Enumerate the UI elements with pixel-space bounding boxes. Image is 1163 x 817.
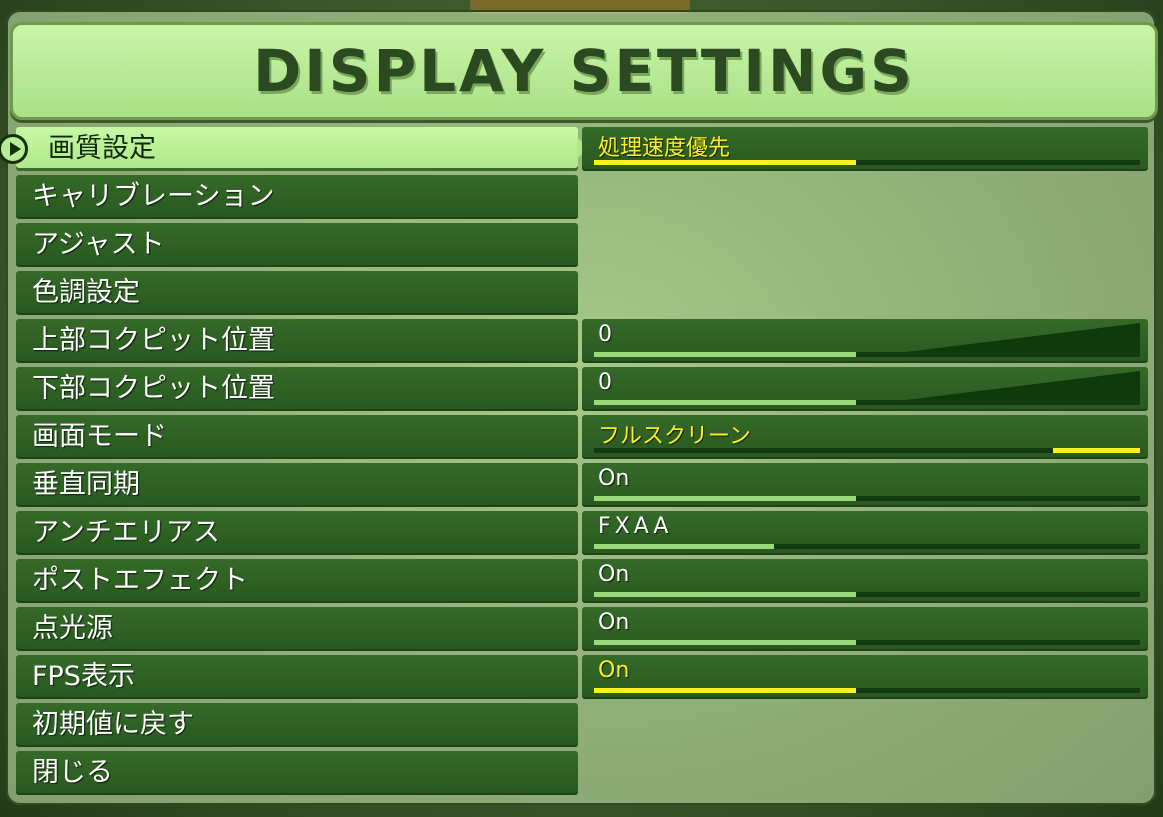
menu-row[interactable]: アンチエリアス FXAA xyxy=(10,511,1152,555)
header-banner: DISPLAY SETTINGS xyxy=(10,22,1158,120)
menu-row[interactable]: 初期値に戻す xyxy=(10,703,1152,747)
value-bar-track xyxy=(594,592,1140,597)
menu-item-label[interactable]: 初期値に戻す xyxy=(16,703,578,747)
value-bar-fill xyxy=(594,400,857,405)
menu-row[interactable]: 上部コクピット位置 0 xyxy=(10,319,1152,363)
value-bar-fill xyxy=(594,688,857,693)
menu-row[interactable]: 色調設定 xyxy=(10,271,1152,315)
menu-row[interactable]: FPS表示 On xyxy=(10,655,1152,699)
value-bar-track xyxy=(594,496,1140,501)
setting-value-text: On xyxy=(598,466,630,491)
value-bar-fill xyxy=(594,160,857,165)
value-bar-track xyxy=(594,160,1140,165)
menu-item-label[interactable]: 閉じる xyxy=(16,751,578,795)
setting-value-box[interactable]: 処理速度優先 xyxy=(582,127,1148,171)
menu-row[interactable]: ポストエフェクト On xyxy=(10,559,1152,603)
menu-item-label[interactable]: 画面モード xyxy=(16,415,578,459)
value-bar-fill xyxy=(594,592,857,597)
setting-value-box[interactable]: On xyxy=(582,655,1148,699)
setting-value-box[interactable]: On xyxy=(582,559,1148,603)
value-bar-track xyxy=(594,400,1140,405)
menu-item-label[interactable]: アンチエリアス xyxy=(16,511,578,555)
menu-item-label[interactable]: 下部コクピット位置 xyxy=(16,367,578,411)
menu-item-label[interactable]: アジャスト xyxy=(16,223,578,267)
setting-value-box[interactable]: On xyxy=(582,463,1148,507)
value-bar-fill xyxy=(1052,448,1140,453)
menu-item-label[interactable]: 垂直同期 xyxy=(16,463,578,507)
setting-value-text: FXAA xyxy=(598,514,673,539)
setting-value-text: On xyxy=(598,562,630,587)
menu-item-label[interactable]: FPS表示 xyxy=(16,655,578,699)
value-bar-track xyxy=(594,352,1140,357)
menu-row[interactable]: 閉じる xyxy=(10,751,1152,795)
menu-item-label[interactable]: 上部コクピット位置 xyxy=(16,319,578,363)
menu-row[interactable]: アジャスト xyxy=(10,223,1152,267)
setting-value-text: 0 xyxy=(598,370,612,395)
setting-value-text: フルスクリーン xyxy=(598,424,751,449)
settings-menu: 画質設定 処理速度優先 キャリブレーション アジャスト 色調設定 上部コクピット位置 0 下部… xyxy=(0,127,1152,799)
value-bar-fill xyxy=(594,640,857,645)
menu-row[interactable]: 下部コクピット位置 0 xyxy=(10,367,1152,411)
value-bar-track xyxy=(594,448,1140,453)
setting-value-text: 処理速度優先 xyxy=(598,136,731,161)
menu-row[interactable]: 画面モード フルスクリーン xyxy=(10,415,1152,459)
menu-item-label[interactable]: 色調設定 xyxy=(16,271,578,315)
value-bar-fill xyxy=(594,496,857,501)
page-title: DISPLAY SETTINGS xyxy=(253,37,915,105)
setting-value-box[interactable]: FXAA xyxy=(582,511,1148,555)
value-bar-track xyxy=(594,640,1140,645)
setting-value-text: On xyxy=(598,610,630,635)
menu-item-label[interactable]: キャリブレーション xyxy=(16,175,578,219)
menu-item-label[interactable]: 点光源 xyxy=(16,607,578,651)
setting-value-box[interactable]: 0 xyxy=(582,367,1148,411)
setting-value-box[interactable]: フルスクリーン xyxy=(582,415,1148,459)
menu-row[interactable]: キャリブレーション xyxy=(10,175,1152,219)
menu-row[interactable]: 点光源 On xyxy=(10,607,1152,651)
value-bar-fill xyxy=(594,544,775,549)
menu-item-label[interactable]: 画質設定 xyxy=(16,127,588,171)
setting-value-box[interactable]: 0 xyxy=(582,319,1148,363)
value-bar-track xyxy=(594,544,1140,549)
value-bar-track xyxy=(594,688,1140,693)
value-bar-fill xyxy=(594,352,857,357)
menu-item-label[interactable]: ポストエフェクト xyxy=(16,559,578,603)
setting-value-text: 0 xyxy=(598,322,612,347)
setting-value-box[interactable]: On xyxy=(582,607,1148,651)
setting-value-text: On xyxy=(598,658,630,683)
menu-row[interactable]: 画質設定 処理速度優先 xyxy=(0,127,1152,171)
menu-row[interactable]: 垂直同期 On xyxy=(10,463,1152,507)
